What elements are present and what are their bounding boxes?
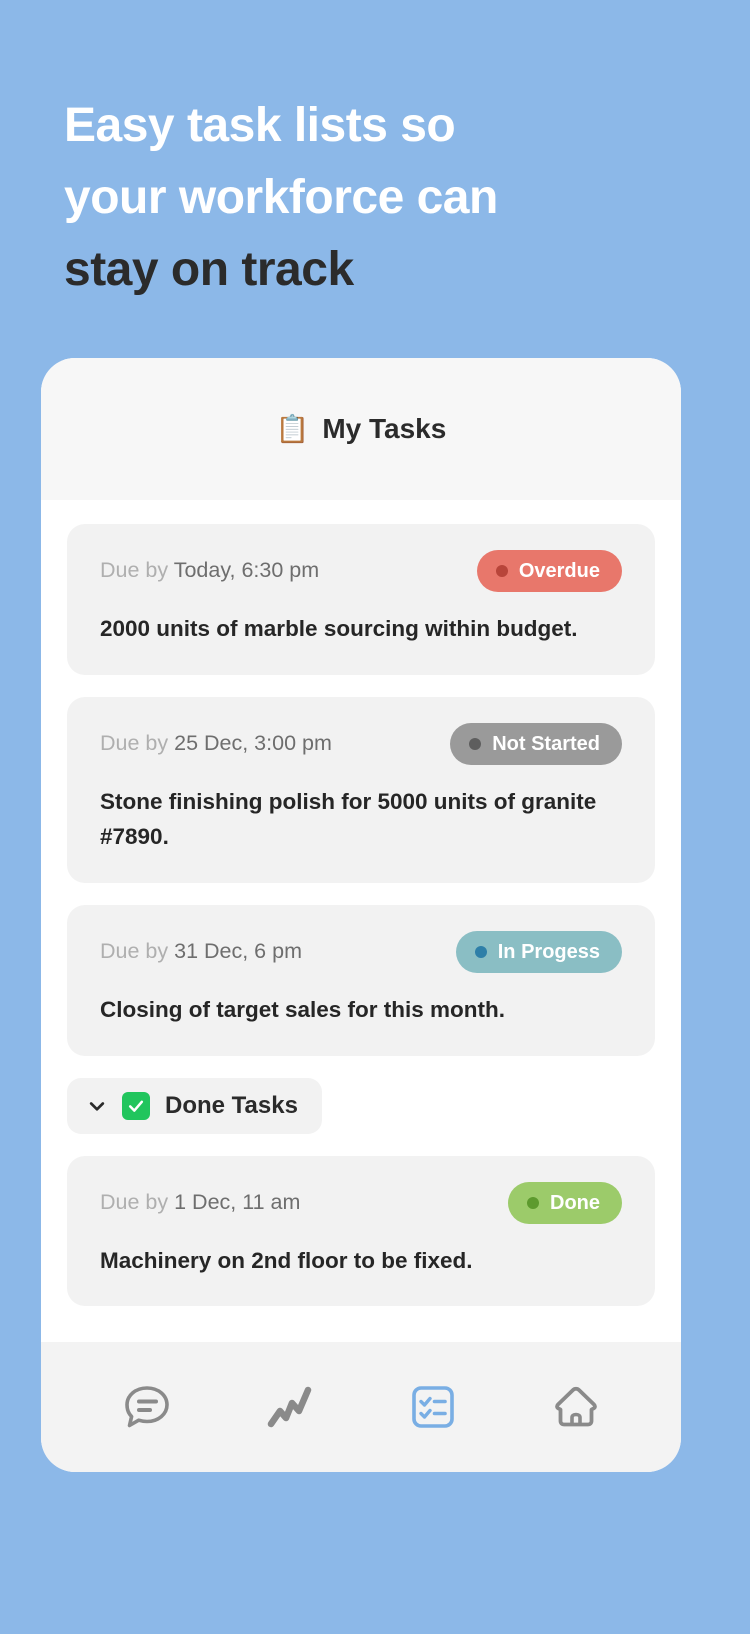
status-dot-icon bbox=[495, 565, 508, 577]
checklist-icon bbox=[411, 1386, 454, 1428]
task-description: 2000 units of marble sourcing within bud… bbox=[100, 616, 578, 641]
status-badge-label: Overdue bbox=[518, 560, 600, 582]
due-value-label: 31 Dec, 6 pm bbox=[174, 938, 302, 963]
status-badge-label: Done bbox=[550, 1191, 600, 1214]
headline-line-1: Easy task lists so bbox=[64, 99, 456, 152]
headline-line-2: your workforce can bbox=[64, 171, 498, 224]
due-value-label: 1 Dec, 11 am bbox=[174, 1189, 301, 1214]
task-due-date: Due by 1 Dec, 11 am bbox=[100, 1190, 300, 1216]
due-prefix-label: Due by bbox=[100, 730, 175, 755]
task-meta-row: Due by 31 Dec, 6 pm In Progess bbox=[100, 930, 622, 973]
nav-item-chat[interactable] bbox=[110, 1370, 184, 1444]
task-card[interactable]: Due by Today, 6:30 pm Overdue 2000 units… bbox=[67, 524, 655, 675]
chat-bubble-icon bbox=[124, 1386, 169, 1428]
status-dot-icon bbox=[474, 945, 487, 958]
task-card[interactable]: Due by 1 Dec, 11 am Done Machinery on 2n… bbox=[67, 1155, 655, 1307]
status-badge[interactable]: Not Started bbox=[450, 722, 622, 765]
due-prefix-label: Due by bbox=[100, 938, 175, 963]
due-value-label: Today, 6:30 pm bbox=[173, 558, 320, 583]
clipboard-icon: 📋 bbox=[275, 413, 310, 444]
done-tasks-label: Done Tasks bbox=[165, 1091, 298, 1119]
status-badge[interactable]: Done bbox=[508, 1181, 622, 1224]
task-due-date: Due by Today, 6:30 pm bbox=[100, 558, 319, 584]
task-due-date: Due by 25 Dec, 3:00 pm bbox=[100, 731, 332, 757]
due-prefix-label: Due by bbox=[100, 1189, 175, 1214]
task-meta-row: Due by 25 Dec, 3:00 pm Not Started bbox=[100, 722, 622, 765]
task-card[interactable]: Due by 31 Dec, 6 pm In Progess Closing o… bbox=[67, 904, 655, 1056]
nav-item-trends[interactable] bbox=[253, 1370, 327, 1444]
home-icon bbox=[554, 1386, 597, 1427]
task-meta-row: Due by Today, 6:30 pm Overdue bbox=[100, 550, 622, 592]
app-header: 📋 My Tasks bbox=[41, 358, 681, 500]
trend-zigzag-icon bbox=[267, 1386, 311, 1428]
headline: Easy task lists so your workforce can st… bbox=[64, 90, 684, 306]
status-badge-label: In Progess bbox=[497, 940, 600, 963]
status-dot-icon bbox=[469, 737, 482, 750]
task-description: Stone finishing polish for 5000 units of… bbox=[100, 788, 597, 849]
status-dot-icon bbox=[527, 1196, 539, 1209]
task-meta-row: Due by 1 Dec, 11 am Done bbox=[100, 1181, 622, 1224]
task-list: Due by Today, 6:30 pm Overdue 2000 units… bbox=[41, 500, 681, 1342]
status-badge[interactable]: Overdue bbox=[476, 550, 622, 592]
task-description: Closing of target sales for this month. bbox=[100, 996, 506, 1022]
status-badge-label: Not Started bbox=[492, 732, 600, 755]
page-title-label: My Tasks bbox=[322, 413, 447, 444]
headline-line-3: stay on track bbox=[64, 243, 354, 296]
nav-item-home[interactable] bbox=[539, 1370, 613, 1444]
status-badge[interactable]: In Progess bbox=[455, 930, 622, 973]
bottom-navigation bbox=[41, 1342, 681, 1472]
due-value-label: 25 Dec, 3:00 pm bbox=[174, 730, 332, 755]
nav-item-tasks[interactable] bbox=[396, 1370, 470, 1444]
task-due-date: Due by 31 Dec, 6 pm bbox=[100, 939, 302, 965]
task-card[interactable]: Due by 25 Dec, 3:00 pm Not Started Stone… bbox=[67, 696, 655, 883]
task-description: Machinery on 2nd floor to be fixed. bbox=[100, 1247, 473, 1273]
page-title: 📋 My Tasks bbox=[276, 413, 447, 445]
due-prefix-label: Due by bbox=[100, 558, 174, 583]
chevron-down-icon bbox=[89, 1101, 105, 1111]
done-tasks-toggle[interactable]: Done Tasks bbox=[67, 1077, 322, 1134]
green-check-icon bbox=[122, 1091, 150, 1120]
phone-mockup: 📋 My Tasks Due by Today, 6:30 pm Overdue… bbox=[41, 358, 681, 1472]
